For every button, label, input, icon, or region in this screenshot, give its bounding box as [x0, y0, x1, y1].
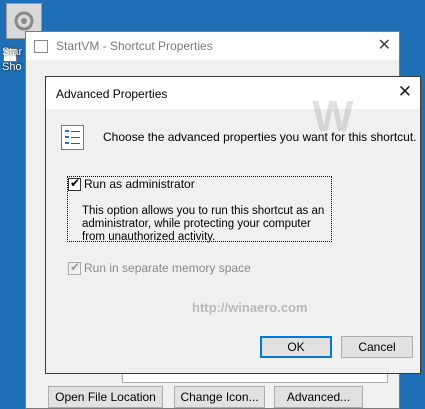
ok-label: OK	[287, 340, 305, 354]
run-as-admin-label[interactable]: Run as administrator	[84, 177, 195, 191]
run-as-admin-description: This option allows you to run this short…	[82, 205, 325, 243]
open-file-location-label: Open File Location	[55, 390, 156, 404]
advanced-label: Advanced...	[286, 390, 351, 404]
properties-titlebar[interactable]: StartVM - Shortcut Properties ✕	[26, 32, 399, 60]
change-icon-button[interactable]: Change Icon...	[174, 386, 265, 408]
desktop-label-line1[interactable]: Star	[2, 45, 22, 60]
advanced-properties-dialog: Advanced Properties ✕ Choose the advance…	[45, 76, 421, 374]
advanced-close-icon[interactable]: ✕	[398, 82, 412, 102]
cancel-button[interactable]: Cancel	[341, 336, 413, 358]
advanced-title: Advanced Properties	[56, 87, 168, 101]
open-file-location-button[interactable]: Open File Location	[48, 386, 163, 408]
cancel-label: Cancel	[358, 340, 396, 354]
ok-button[interactable]: OK	[260, 336, 332, 358]
intro-text: Choose the advanced properties you want …	[103, 130, 417, 144]
properties-title: StartVM - Shortcut Properties	[56, 39, 213, 53]
checkmark-icon: ✔	[70, 176, 81, 190]
properties-list-icon	[61, 125, 84, 150]
separate-memory-checkbox[interactable]: ✔	[68, 260, 81, 275]
window-icon	[34, 40, 48, 53]
advanced-button[interactable]: Advanced...	[274, 386, 363, 408]
run-as-admin-checkbox[interactable]: ✔	[68, 176, 81, 191]
properties-close-icon[interactable]: ✕	[378, 35, 391, 55]
desktop-label-line2[interactable]: Sho	[2, 60, 22, 75]
advanced-titlebar[interactable]: Advanced Properties ✕	[46, 77, 420, 109]
change-icon-label: Change Icon...	[180, 390, 259, 404]
separate-memory-label[interactable]: Run in separate memory space	[84, 261, 251, 275]
checkmark-icon: ✔	[70, 260, 81, 274]
